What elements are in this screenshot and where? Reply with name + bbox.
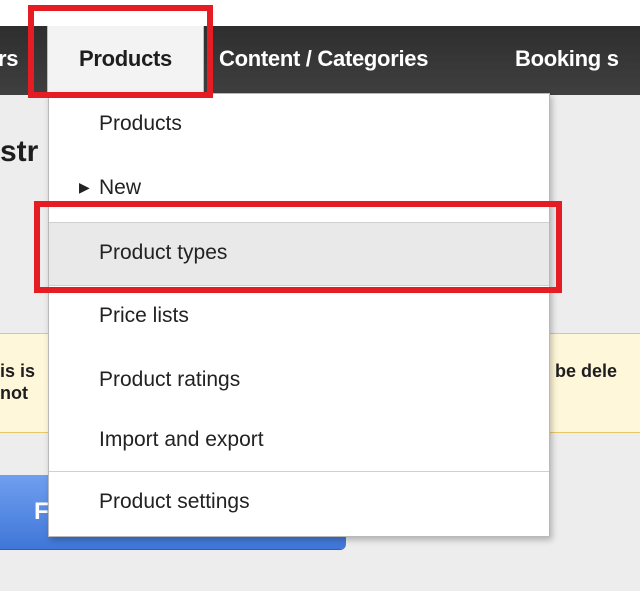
menu-item-product-ratings-label: Product ratings [99, 368, 241, 391]
warning-text-right: be dele [555, 361, 618, 381]
warning-text-line-1: is is [0, 361, 36, 381]
menu-item-product-ratings[interactable]: Product ratings [49, 350, 549, 414]
warning-text-line-2: not [0, 383, 28, 403]
page-title: str [0, 135, 39, 168]
menu-item-price-lists-label: Price lists [99, 304, 189, 327]
menu-item-product-settings-label: Product settings [99, 490, 250, 513]
products-dropdown-menu: Products ▶ New Product types Price lists… [48, 93, 550, 537]
menu-item-new-label: New [99, 176, 142, 199]
menu-item-product-settings[interactable]: Product settings [49, 471, 549, 536]
menu-item-products-label: Products [99, 112, 182, 135]
highlight-box-products-tab [28, 5, 213, 98]
menu-item-import-export-label: Import and export [99, 428, 264, 451]
highlight-box-product-types [34, 201, 562, 293]
triangle-right-icon: ▶ [79, 179, 90, 195]
primary-action-button-label: F [34, 498, 49, 525]
nav-item-content-categories[interactable]: Content / Categories [219, 26, 428, 94]
menu-item-products[interactable]: Products [49, 94, 549, 158]
nav-item-booking[interactable]: Booking s [515, 26, 619, 94]
menu-item-price-lists[interactable]: Price lists [49, 286, 549, 350]
menu-item-import-export[interactable]: Import and export [49, 410, 549, 474]
warning-text-left: is is not [0, 360, 35, 404]
